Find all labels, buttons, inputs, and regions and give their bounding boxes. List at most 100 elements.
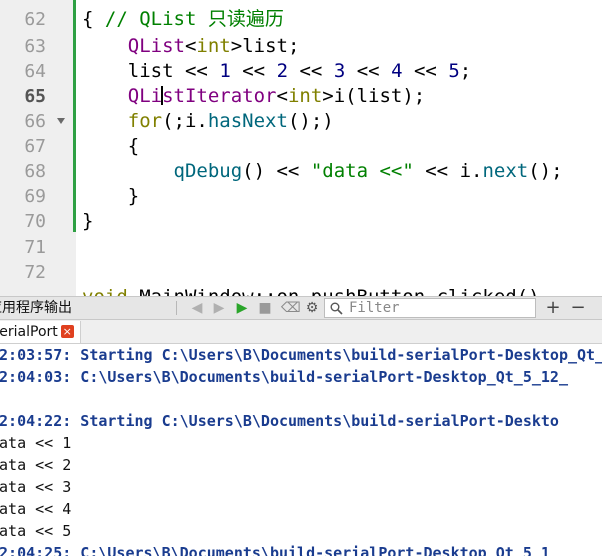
operator: << — [425, 160, 449, 182]
output-line: data << 2 — [0, 456, 72, 474]
operator: << — [299, 60, 323, 82]
code-token: ();) — [287, 110, 334, 132]
search-icon — [330, 302, 343, 315]
code-line-70: 70 } — [0, 209, 602, 234]
fold-arrow-icon[interactable] — [57, 118, 65, 124]
code-line-71: 71 — [0, 235, 602, 260]
type-token: QList — [127, 35, 185, 57]
line-number: 70 — [24, 211, 46, 232]
number-literal: 3 — [333, 60, 346, 82]
code-text: QListIterator<int>i(list); — [82, 84, 425, 109]
type-token: QLi — [127, 85, 163, 107]
output-line: data << 4 — [0, 500, 72, 518]
code-text: } — [82, 209, 93, 234]
output-toolbar: 应用程序输出 ◀ ▶ ▶ ■ ⌫ ⚙ + − — [0, 296, 602, 320]
brace: { — [127, 135, 140, 157]
punct: ; — [459, 60, 472, 82]
line-number: 67 — [24, 136, 46, 157]
code-text: QList<int>list; — [82, 34, 300, 59]
back-icon[interactable]: ◀ — [189, 299, 205, 317]
minimize-icon[interactable]: − — [568, 299, 588, 317]
tab-serialport[interactable]: serialPort× — [0, 321, 81, 343]
run-icon[interactable]: ▶ — [233, 299, 251, 317]
code-text: { — [82, 134, 139, 159]
stop-icon[interactable]: ■ — [257, 299, 273, 317]
operator: << — [413, 60, 437, 82]
toolbar-divider — [176, 301, 177, 315]
forward-icon[interactable]: ▶ — [211, 299, 227, 317]
code-text: list << 1 << 2 << 3 << 4 << 5; — [82, 59, 471, 84]
code-line-68: 68 qDebug() << "data <<" << i.next(); — [0, 159, 602, 184]
number-literal: 4 — [391, 60, 403, 82]
line-number: 63 — [24, 36, 46, 57]
code-line-62: 62 { // QList 只读遍历 — [0, 7, 602, 32]
output-line: data << 1 — [0, 434, 72, 452]
code-token: list — [127, 60, 185, 82]
line-number: 69 — [24, 186, 46, 207]
punct: < — [276, 85, 288, 107]
code-line-65: 65 QListIterator<int>i(list); — [0, 84, 602, 109]
keyword-token: for — [127, 110, 163, 132]
code-line-72: 72 — [0, 260, 602, 285]
line-number: 71 — [24, 237, 46, 258]
gear-icon[interactable]: ⚙ — [303, 299, 321, 317]
code-editor[interactable]: 62 { // QList 只读遍历 63 QList<int>list; 64… — [0, 0, 602, 296]
function-token: qDebug — [173, 160, 243, 182]
function-token: next — [482, 160, 529, 182]
close-tab-icon[interactable]: × — [60, 325, 74, 338]
output-pane-title: 应用程序输出 — [0, 300, 72, 316]
brace: } — [127, 185, 140, 207]
code-line-66: 66 for(;i.hasNext();) — [0, 109, 602, 134]
code-text: { // QList 只读遍历 — [82, 7, 284, 32]
output-line: 12:04:03: C:\Users\B\Documents\build-ser… — [0, 368, 568, 386]
brace: } — [82, 210, 94, 232]
line-number: 68 — [24, 161, 46, 182]
type-token: stIterator — [162, 85, 277, 107]
line-number: 64 — [24, 61, 46, 82]
output-tab-bar: serialPort× — [0, 320, 602, 344]
operator: << — [242, 60, 266, 82]
code-line-73-partial: void MainWindow::on_pushButton_clicked() — [0, 285, 602, 296]
line-number: 62 — [24, 9, 46, 30]
code-token: >i(list); — [322, 85, 426, 107]
code-token: () — [242, 160, 277, 182]
add-icon[interactable]: + — [544, 299, 562, 317]
number-literal: 5 — [448, 60, 460, 82]
application-output[interactable]: 12:03:57: Starting C:\Users\B\Documents\… — [0, 344, 602, 556]
code-line-64: 64 list << 1 << 2 << 3 << 4 << 5; — [0, 59, 602, 84]
output-line: 12:04:22: Starting C:\Users\B\Documents\… — [0, 412, 559, 430]
keyword-token: int — [287, 85, 323, 107]
code-token: (); — [528, 160, 563, 182]
keyword-token: int — [196, 35, 231, 57]
clear-icon[interactable]: ⌫ — [281, 299, 301, 317]
number-literal: 1 — [219, 60, 231, 82]
code-line-63: 63 QList<int>list; — [0, 34, 602, 59]
code-line-67: 67 { — [0, 134, 602, 159]
code-token: (;i. — [162, 110, 208, 132]
code-text: qDebug() << "data <<" << i.next(); — [82, 159, 563, 184]
comment: // QList 只读遍历 — [104, 8, 284, 30]
code-token: MainWindow::on_pushButton_clicked() — [128, 286, 539, 296]
string-literal: "data <<" — [310, 160, 414, 182]
code-token: i. — [448, 160, 483, 182]
code-token: >list; — [230, 35, 300, 57]
code-text: void MainWindow::on_pushButton_clicked() — [82, 285, 540, 296]
keyword-token: void — [82, 286, 128, 296]
filter-input[interactable] — [349, 300, 529, 316]
number-literal: 2 — [276, 60, 289, 82]
output-line: 12:03:57: Starting C:\Users\B\Documents\… — [0, 346, 602, 364]
output-line: data << 5 — [0, 522, 72, 540]
brace: { — [82, 8, 94, 30]
tab-label: serialPort — [0, 324, 58, 340]
function-token: hasNext — [207, 110, 288, 132]
line-number: 72 — [24, 262, 46, 283]
code-text: } — [82, 184, 139, 209]
operator: << — [276, 160, 300, 182]
output-line: 12:04:25: C:\Users\B\Documents\build-ser… — [0, 544, 550, 556]
output-line: data << 3 — [0, 478, 72, 496]
code-text: for(;i.hasNext();) — [82, 109, 334, 134]
filter-field[interactable] — [324, 298, 536, 318]
line-number-current: 65 — [24, 86, 46, 107]
line-number: 66 — [24, 111, 46, 132]
operator: << — [356, 60, 380, 82]
